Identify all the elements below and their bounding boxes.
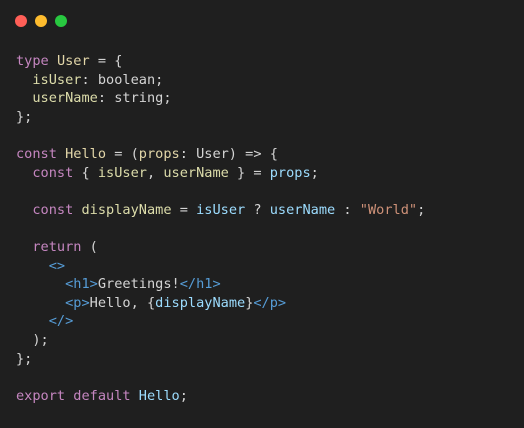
maximize-window-button[interactable] bbox=[55, 15, 67, 27]
close-window-button[interactable] bbox=[15, 15, 27, 27]
code-window: type User = { isUser: boolean; userName:… bbox=[0, 0, 524, 428]
code-token: = ( bbox=[106, 145, 139, 162]
code-token: ; bbox=[179, 387, 188, 404]
code-token: Hello, { bbox=[89, 294, 156, 311]
code-line: ); bbox=[16, 331, 425, 350]
code-token: ( bbox=[81, 238, 98, 255]
code-token: props bbox=[269, 164, 311, 181]
code-token: const bbox=[32, 201, 74, 218]
code-token: ? bbox=[245, 201, 270, 218]
code-line: isUser: boolean; bbox=[16, 71, 425, 90]
code-line: <> bbox=[16, 257, 425, 276]
code-token: userName bbox=[32, 90, 98, 107]
code-token: }; bbox=[16, 350, 33, 367]
code-token: isUser bbox=[196, 201, 246, 218]
code-token: , bbox=[146, 164, 164, 181]
code-token: <h1> bbox=[65, 276, 98, 293]
code-token: </h1> bbox=[179, 276, 221, 293]
code-token: : bbox=[335, 201, 360, 218]
code-line: const displayName = isUser ? userName : … bbox=[16, 201, 425, 220]
code-token: isUser bbox=[97, 164, 147, 181]
code-token: <p> bbox=[65, 294, 90, 311]
code-token: ; bbox=[310, 164, 319, 181]
code-token: Hello bbox=[138, 387, 180, 404]
code-line: const Hello = (props: User) => { bbox=[16, 145, 425, 164]
code-token: }; bbox=[16, 108, 33, 125]
code-token: return bbox=[32, 238, 82, 255]
code-token: type bbox=[16, 53, 49, 69]
code-token: Hello bbox=[65, 145, 107, 162]
code-line: userName: string; bbox=[16, 89, 425, 108]
code-line: const { isUser, userName } = props; bbox=[16, 164, 425, 183]
code-token: </> bbox=[48, 313, 74, 330]
code-line: <h1>Greetings!</h1> bbox=[16, 275, 425, 294]
code-token: = { bbox=[89, 53, 123, 69]
code-token: props bbox=[138, 145, 180, 162]
code-line: }; bbox=[16, 108, 425, 127]
code-token: export bbox=[16, 387, 66, 404]
code-line: </> bbox=[16, 312, 425, 331]
code-token: isUser bbox=[32, 71, 82, 88]
code-block: type User = { isUser: boolean; userName:… bbox=[16, 52, 425, 405]
code-token: Greetings! bbox=[97, 276, 180, 293]
code-line: }; bbox=[16, 350, 425, 369]
code-line: <p>Hello, {displayName}</p> bbox=[16, 294, 425, 313]
code-token: const bbox=[16, 145, 57, 162]
code-token: User bbox=[56, 53, 90, 69]
code-token: : User) => { bbox=[179, 145, 278, 162]
code-token: userName bbox=[163, 164, 229, 181]
code-token: "World" bbox=[359, 201, 418, 218]
code-token: } = bbox=[228, 164, 270, 181]
code-token: ; bbox=[417, 201, 426, 218]
code-token: default bbox=[73, 387, 131, 404]
code-token: : string; bbox=[97, 90, 172, 107]
code-line: type User = { bbox=[16, 52, 425, 71]
code-token: <> bbox=[48, 257, 66, 274]
code-token: const bbox=[32, 164, 74, 181]
minimize-window-button[interactable] bbox=[35, 15, 47, 27]
window-controls bbox=[15, 15, 67, 27]
code-line: export default Hello; bbox=[16, 387, 425, 406]
code-token: : boolean; bbox=[81, 71, 164, 88]
code-token: ); bbox=[16, 331, 49, 348]
code-token: userName bbox=[269, 201, 336, 218]
code-token: = bbox=[171, 201, 197, 218]
code-token: { bbox=[73, 164, 98, 181]
code-token: displayName bbox=[81, 201, 172, 218]
code-token: </p> bbox=[253, 294, 287, 311]
code-token: displayName bbox=[155, 294, 246, 311]
code-line: return ( bbox=[16, 238, 425, 257]
